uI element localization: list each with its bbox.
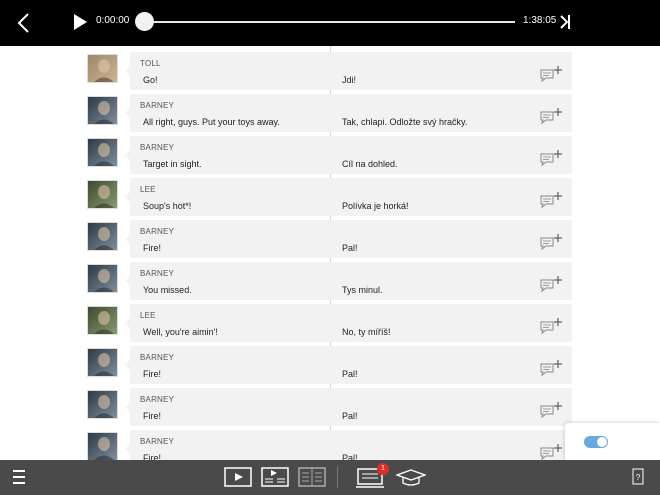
original-line[interactable]: Fire! xyxy=(143,453,161,460)
speaker-name: BARNEY xyxy=(140,101,175,110)
original-line[interactable]: Fire! xyxy=(143,243,161,253)
translated-line[interactable]: Pal! xyxy=(342,411,358,421)
face-silhouette-icon xyxy=(94,227,114,250)
toolbar-separator xyxy=(337,466,338,488)
favorite-toggle[interactable] xyxy=(584,436,608,448)
add-comment-icon[interactable] xyxy=(539,149,563,167)
face-silhouette-icon xyxy=(94,185,114,208)
player-bar: 0:00:00 1:38:05 xyxy=(0,0,660,46)
video-mode-icon[interactable] xyxy=(224,467,252,487)
menu-icon[interactable] xyxy=(13,469,25,485)
speaker-name: LEE xyxy=(140,311,156,320)
lee-avatar[interactable] xyxy=(87,306,118,335)
translated-line[interactable]: Jdi! xyxy=(342,75,356,85)
speaker-name: BARNEY xyxy=(140,143,175,152)
barney-avatar[interactable] xyxy=(87,222,118,251)
seek-thumb[interactable] xyxy=(135,12,154,31)
add-comment-icon[interactable] xyxy=(539,275,563,293)
subtitle-row[interactable]: BARNEY Target in sight. Cíl na dohled. xyxy=(87,136,572,174)
face-silhouette-icon xyxy=(94,269,114,292)
add-comment-icon[interactable] xyxy=(539,359,563,377)
original-line[interactable]: Go! xyxy=(143,75,158,85)
speaker-name: BARNEY xyxy=(140,269,175,278)
speaker-name: BARNEY xyxy=(140,395,175,404)
translated-line[interactable]: Pal! xyxy=(342,453,358,460)
subtitle-row[interactable]: BARNEY Fire! Pal! xyxy=(87,220,572,258)
speaker-name: LEE xyxy=(140,185,156,194)
subtitle-row[interactable]: BARNEY Fire! Pal! xyxy=(87,388,572,426)
original-line[interactable]: Soup's hot*! xyxy=(143,201,191,211)
subtitle-list: TOLL Go! Jdi! BARNEY All right, guys. Put yo… xyxy=(0,46,660,460)
subtitle-row[interactable]: TOLL Go! Jdi! xyxy=(87,52,572,90)
subtitle-row[interactable]: BARNEY Fire! Pal! xyxy=(87,346,572,384)
lee-avatar[interactable] xyxy=(87,180,118,209)
original-line[interactable]: You missed. xyxy=(143,285,192,295)
toggle-panel xyxy=(565,423,660,460)
translated-line[interactable]: Pal! xyxy=(342,369,358,379)
face-silhouette-icon xyxy=(94,395,114,418)
barney-avatar[interactable] xyxy=(87,138,118,167)
speaker-name: BARNEY xyxy=(140,227,175,236)
text-mode-icon[interactable] xyxy=(298,467,326,487)
add-comment-icon[interactable] xyxy=(539,401,563,419)
subtitle-row[interactable]: BARNEY You missed. Tys minul. xyxy=(87,262,572,300)
barney-avatar[interactable] xyxy=(87,390,118,419)
translated-line[interactable]: No, ty míříš! xyxy=(342,327,391,337)
face-silhouette-icon xyxy=(94,437,114,460)
barney-avatar[interactable] xyxy=(87,96,118,125)
add-comment-icon[interactable] xyxy=(539,443,563,460)
notification-badge: 1 xyxy=(377,463,389,475)
original-line[interactable]: All right, guys. Put your toys away. xyxy=(143,117,280,127)
face-silhouette-icon xyxy=(94,143,114,166)
skip-to-end-icon[interactable] xyxy=(559,13,571,31)
face-silhouette-icon xyxy=(94,311,114,334)
original-line[interactable]: Well, you're aimin'! xyxy=(143,327,218,337)
help-icon[interactable]: ? xyxy=(632,468,644,485)
face-silhouette-icon xyxy=(94,59,114,82)
subtitle-row[interactable]: LEE Soup's hot*! Polívka je horká! xyxy=(87,178,572,216)
subtitle-row[interactable]: LEE Well, you're aimin'! No, ty míříš! xyxy=(87,304,572,342)
toggle-knob xyxy=(597,437,607,447)
seek-track[interactable] xyxy=(144,21,515,23)
add-comment-icon[interactable] xyxy=(539,107,563,125)
total-time: 1:38:05 xyxy=(523,15,557,26)
original-line[interactable]: Fire! xyxy=(143,411,161,421)
translated-line[interactable]: Tys minul. xyxy=(342,285,383,295)
translated-line[interactable]: Cíl na dohled. xyxy=(342,159,398,169)
translated-line[interactable]: Tak, chlapi. Odložte svý hračky. xyxy=(342,117,467,127)
speaker-name: TOLL xyxy=(140,59,161,68)
add-comment-icon[interactable] xyxy=(539,317,563,335)
translated-line[interactable]: Polívka je horká! xyxy=(342,201,409,211)
face-silhouette-icon xyxy=(94,353,114,376)
back-chevron-icon[interactable] xyxy=(14,11,34,35)
barney-avatar[interactable] xyxy=(87,432,118,460)
current-time: 0:00:00 xyxy=(96,15,130,26)
subtitle-row[interactable]: BARNEY All right, guys. Put your toys awa… xyxy=(87,94,572,132)
barney-avatar[interactable] xyxy=(87,348,118,377)
face-silhouette-icon xyxy=(94,101,114,124)
graduation-cap-icon[interactable] xyxy=(396,469,426,487)
original-line[interactable]: Target in sight. xyxy=(143,159,202,169)
add-comment-icon[interactable] xyxy=(539,233,563,251)
original-line[interactable]: Fire! xyxy=(143,369,161,379)
bottom-toolbar: 1 ? xyxy=(0,460,660,495)
add-comment-icon[interactable] xyxy=(539,191,563,209)
speaker-name: BARNEY xyxy=(140,437,175,446)
play-icon[interactable] xyxy=(72,13,88,31)
toll-avatar[interactable] xyxy=(87,54,118,83)
subtitle-row[interactable]: BARNEY Fire! Pal! xyxy=(87,430,572,460)
add-comment-icon[interactable] xyxy=(539,65,563,83)
speaker-name: BARNEY xyxy=(140,353,175,362)
barney-avatar[interactable] xyxy=(87,264,118,293)
translated-line[interactable]: Pal! xyxy=(342,243,358,253)
video-text-mode-icon[interactable] xyxy=(261,467,289,487)
svg-text:?: ? xyxy=(636,473,641,482)
